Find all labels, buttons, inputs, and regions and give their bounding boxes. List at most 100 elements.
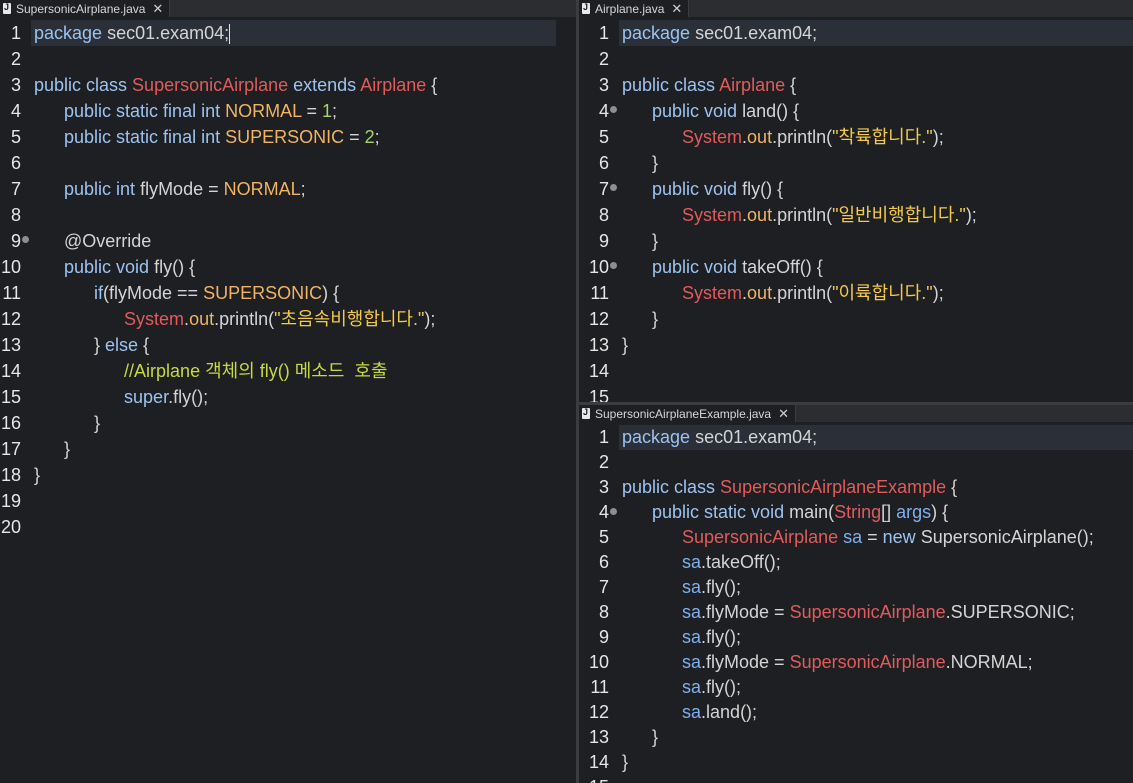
code-line[interactable]: 2 — [579, 450, 1133, 475]
code-line[interactable]: 7 public int flyMode = NORMAL; — [0, 176, 576, 202]
code-line[interactable]: 3 public class Airplane { — [579, 72, 1133, 98]
code-line[interactable]: 15 super.fly(); — [0, 384, 576, 410]
code-line[interactable]: 14} — [579, 750, 1133, 775]
close-icon[interactable]: ✕ — [671, 2, 682, 15]
code-line[interactable]: 5 SupersonicAirplane sa = new Supersonic… — [579, 525, 1133, 550]
code-line[interactable]: 11 sa.fly(); — [579, 675, 1133, 700]
code-line[interactable]: 1 package sec01.exam04; — [11, 20, 556, 46]
line-number: 5 — [10, 127, 21, 147]
code-text: } — [34, 465, 41, 485]
fold-marker-icon[interactable] — [22, 236, 29, 243]
code-text: } — [34, 413, 101, 433]
code-text: System.out.println("초음속비행합니다."); — [124, 309, 436, 329]
code-line[interactable]: 4 public static void main(String[] args)… — [579, 500, 1133, 525]
code-text: } — [622, 153, 659, 173]
code-line[interactable]: 5 System.out.println("착륙합니다."); — [579, 124, 1133, 150]
code-line[interactable]: 8 sa.flyMode = SupersonicAirplane.SUPERS… — [579, 600, 1133, 625]
code-line[interactable]: 17 } — [0, 436, 576, 462]
line-number: 14 — [588, 361, 609, 381]
code-line[interactable]: 3 public class SupersonicAirplaneExample … — [579, 475, 1133, 500]
code-editor[interactable]: 1 package sec01.exam04; 2 3 public class Sup… — [0, 17, 576, 783]
code-line[interactable]: 7 public void fly() { — [579, 176, 1133, 202]
fold-marker-icon[interactable] — [610, 507, 617, 515]
fold-marker-icon[interactable] — [610, 106, 617, 113]
code-line[interactable]: 10 sa.flyMode = SupersonicAirplane.NORMA… — [579, 650, 1133, 675]
line-number: 17 — [0, 439, 21, 459]
code-line[interactable]: 20 — [0, 514, 576, 540]
code-line[interactable]: 19 — [0, 488, 576, 514]
code-line[interactable]: 13 } — [579, 725, 1133, 750]
line-number: 11 — [2, 283, 21, 303]
code-line[interactable]: 9 sa.fly(); — [579, 625, 1133, 650]
code-line[interactable]: 12 System.out.println("초음속비행합니다."); — [0, 306, 576, 332]
code-line[interactable]: 2 — [579, 46, 1133, 72]
code-line[interactable]: 10 public void fly() { — [0, 254, 576, 280]
code-line[interactable]: 5 public static final int SUPERSONIC = 2… — [0, 124, 576, 150]
tab-label: SupersonicAirplane.java — [16, 1, 146, 16]
code-text: public static final int SUPERSONIC = 2; — [64, 127, 380, 147]
line-number: 1 — [10, 23, 21, 43]
code-line[interactable]: 9 @Override — [0, 228, 576, 254]
code-line[interactable]: 1 package sec01.exam04; — [599, 425, 1133, 450]
tab-airplane-java[interactable]: Airplane.java ✕ — [579, 0, 690, 17]
line-number: 6 — [10, 153, 21, 173]
line-number: 12 — [0, 309, 21, 329]
code-line[interactable]: 11 if(flyMode == SUPERSONIC) { — [0, 280, 576, 306]
code-line[interactable]: 4 public static final int NORMAL = 1; — [0, 98, 576, 124]
editor-pane-right-bottom[interactable]: SupersonicAirplaneExample.java ✕ 1 packag… — [579, 405, 1133, 783]
tab-supersonicairplane-java[interactable]: SupersonicAirplane.java ✕ — [0, 0, 171, 17]
code-text: //Airplane 객체의 fly() 메소드 호출 — [124, 361, 388, 381]
fold-marker-icon[interactable] — [610, 262, 617, 269]
line-number: 16 — [0, 413, 21, 433]
code-line[interactable]: 14 //Airplane 객체의 fly() 메소드 호출 — [0, 358, 576, 384]
code-line[interactable]: 11 System.out.println("이륙합니다."); — [579, 280, 1133, 306]
code-line[interactable]: 8 System.out.println("일반비행합니다."); — [579, 202, 1133, 228]
line-number: 6 — [598, 552, 609, 572]
code-line[interactable]: 15 — [579, 775, 1133, 783]
line-number: 10 — [588, 652, 609, 672]
code-editor[interactable]: 1 package sec01.exam04; 2 3 public class Sup… — [579, 422, 1133, 783]
code-line[interactable]: 1 package sec01.exam04; — [599, 20, 1133, 46]
line-number: 3 — [10, 75, 21, 95]
code-line[interactable]: 7 sa.fly(); — [579, 575, 1133, 600]
code-line[interactable]: 12 } — [579, 306, 1133, 332]
code-text: sa.fly(); — [682, 677, 742, 697]
code-text: } else { — [34, 335, 150, 355]
code-line[interactable]: 2 — [0, 46, 576, 72]
line-number: 9 — [10, 231, 21, 251]
code-text: sa.fly(); — [682, 627, 742, 647]
line-number: 7 — [598, 577, 609, 597]
tab-bar: Airplane.java ✕ — [579, 0, 1133, 17]
code-line[interactable]: 6 — [0, 150, 576, 176]
code-line[interactable]: 3 public class SupersonicAirplane extends… — [0, 72, 576, 98]
code-line[interactable]: 18} — [0, 462, 576, 488]
code-line[interactable]: 12 sa.land(); — [579, 700, 1133, 725]
line-number: 10 — [0, 257, 21, 277]
code-line[interactable]: 13 } else { — [0, 332, 576, 358]
line-number: 15 — [579, 775, 609, 783]
code-text: public void land() { — [652, 101, 800, 121]
code-line[interactable]: 14 — [579, 358, 1133, 384]
fold-marker-icon[interactable] — [610, 184, 617, 191]
code-line[interactable]: 6 } — [579, 150, 1133, 176]
code-line[interactable]: 16 } — [0, 410, 576, 436]
code-line[interactable]: 8 — [0, 202, 576, 228]
tab-bar: SupersonicAirplane.java ✕ — [0, 0, 576, 17]
code-text: package sec01.exam04; — [622, 23, 818, 43]
line-number: 19 — [0, 491, 21, 511]
code-line[interactable]: 9 } — [579, 228, 1133, 254]
code-line[interactable]: 15 — [579, 384, 1133, 402]
close-icon[interactable]: ✕ — [152, 2, 163, 15]
code-line[interactable]: 4 public void land() { — [579, 98, 1133, 124]
tab-supersonicairplaneexample-java[interactable]: SupersonicAirplaneExample.java ✕ — [579, 405, 797, 422]
code-editor[interactable]: 1 package sec01.exam04; 2 3 public class Air… — [579, 17, 1133, 402]
code-line[interactable]: 10 public void takeOff() { — [579, 254, 1133, 280]
code-text: public class Airplane { — [622, 75, 797, 95]
editor-pane-left[interactable]: SupersonicAirplane.java ✕ 1 package sec01… — [0, 0, 576, 783]
code-line[interactable]: 13} — [579, 332, 1133, 358]
code-text: } — [622, 231, 659, 251]
editor-pane-right-top[interactable]: Airplane.java ✕ 1 package sec01.exam04; 2 3… — [579, 0, 1133, 402]
close-icon[interactable]: ✕ — [778, 407, 789, 420]
line-number: 14 — [0, 361, 21, 381]
code-line[interactable]: 6 sa.takeOff(); — [579, 550, 1133, 575]
